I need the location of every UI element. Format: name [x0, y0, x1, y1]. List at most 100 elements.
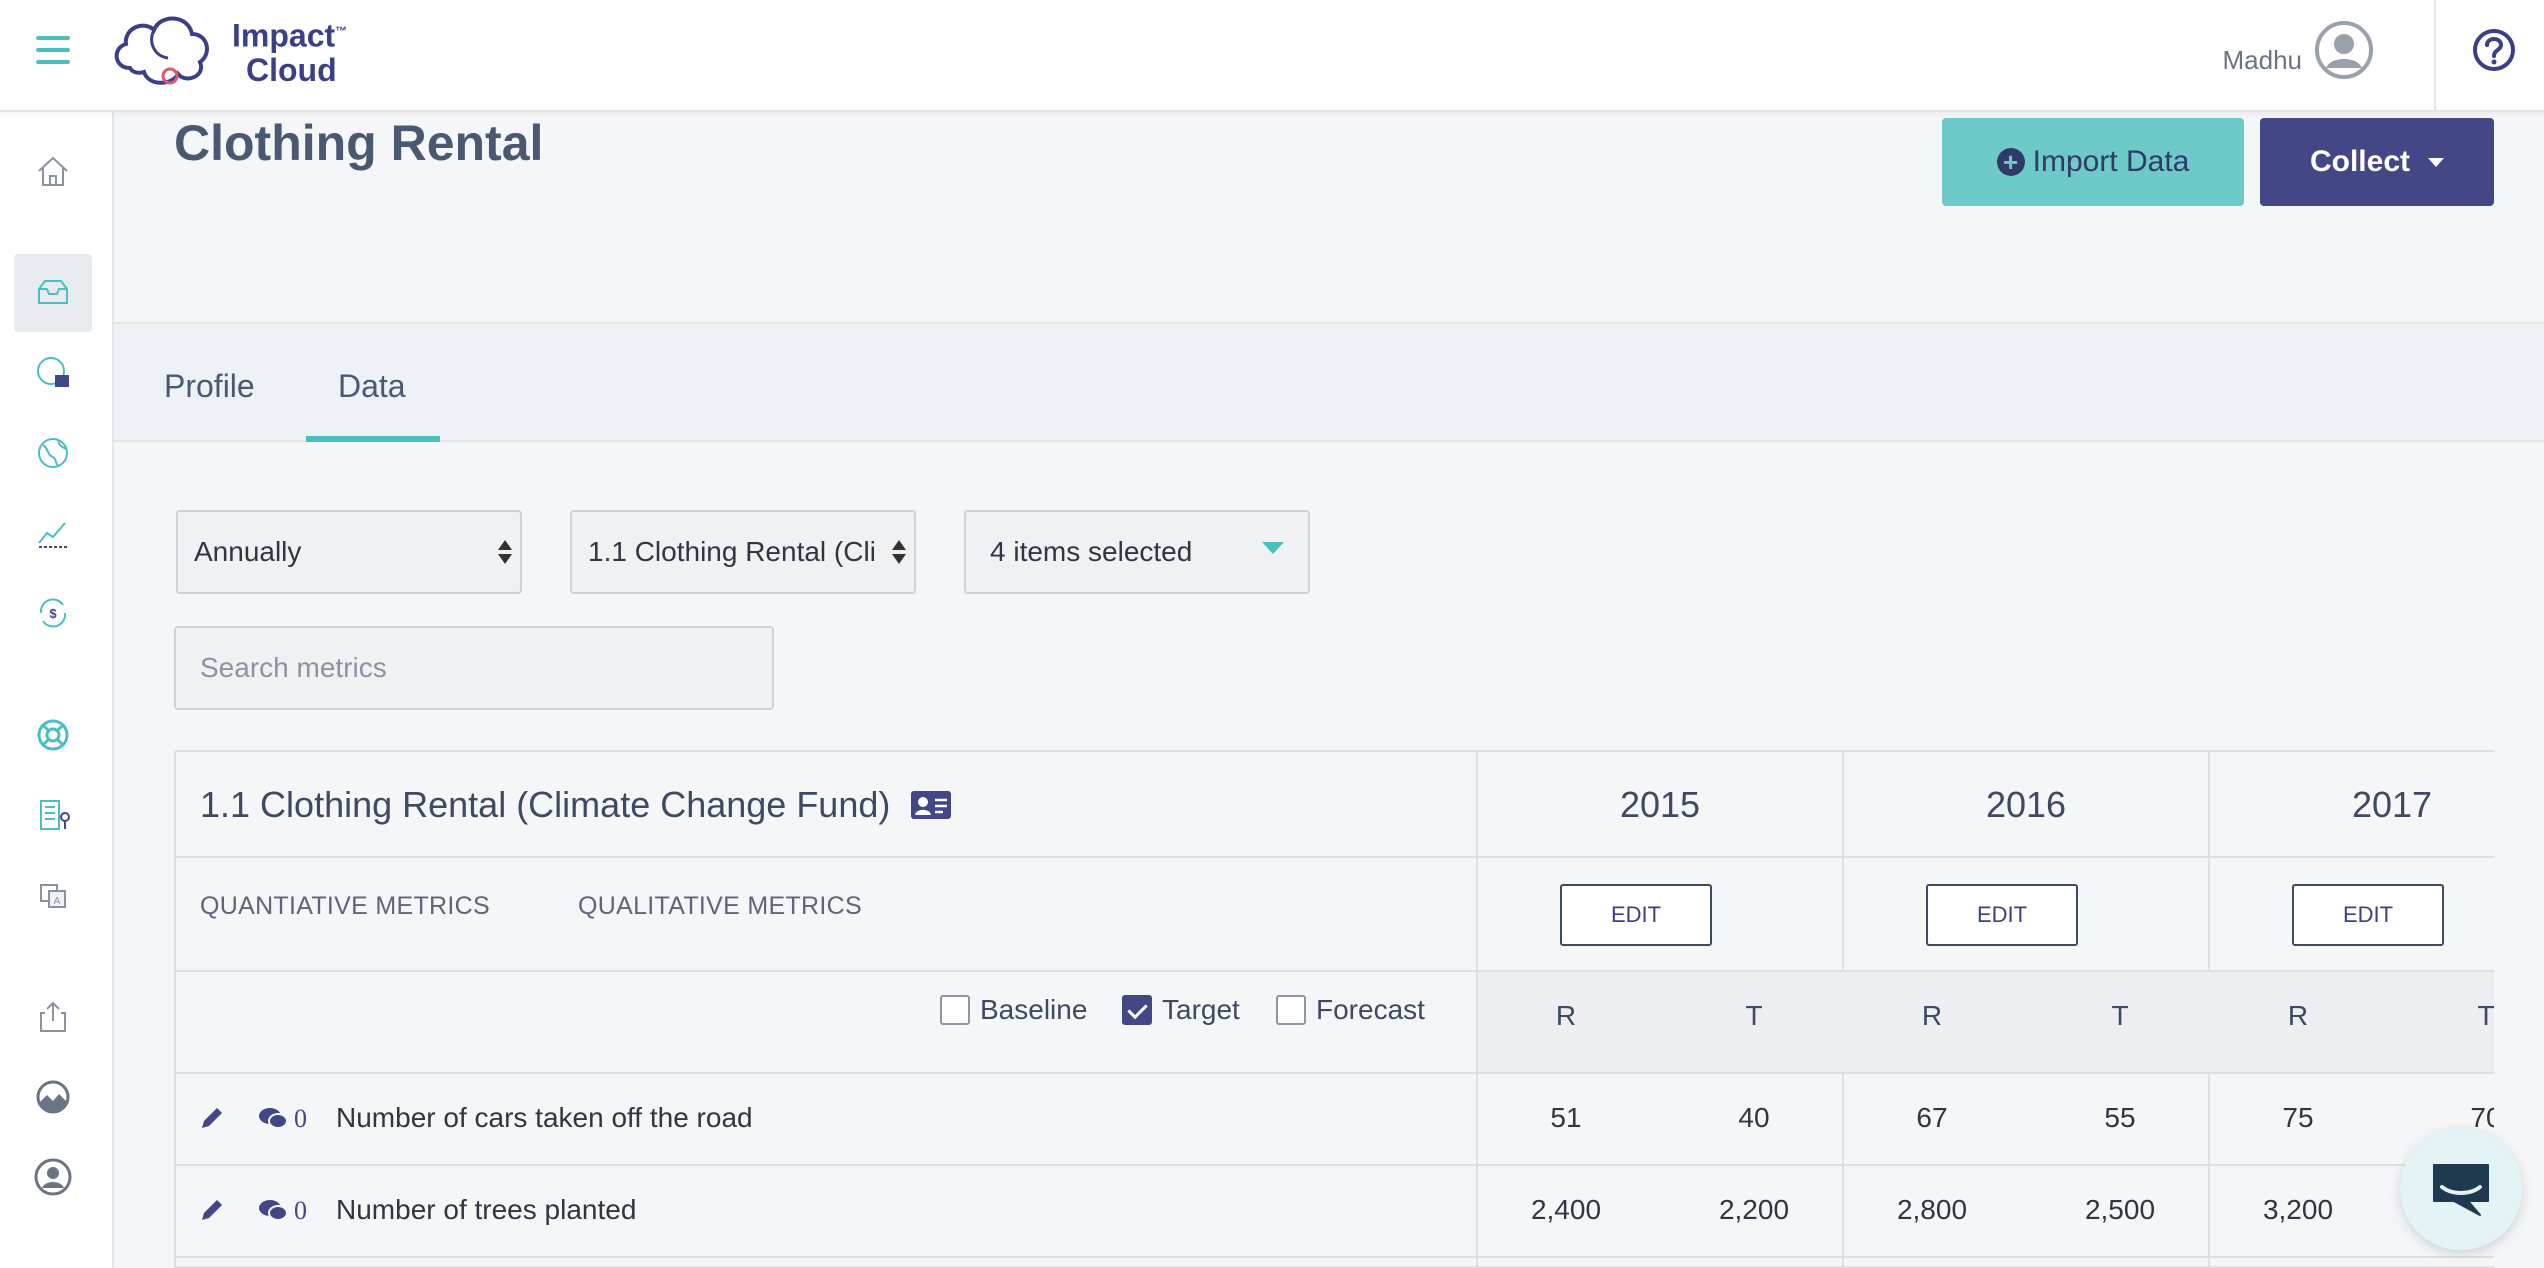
- page-title: Clothing Rental: [174, 115, 544, 171]
- cell-t-2016[interactable]: 2,500: [2060, 1194, 2180, 1226]
- caret-down-icon: [2428, 157, 2445, 167]
- tab-quantitative-metrics[interactable]: QUANTIATIVE METRICS: [200, 892, 490, 921]
- sidebar-item-organizations[interactable]: [14, 776, 92, 854]
- search-metrics-input[interactable]: [174, 626, 774, 710]
- cell-r-2017[interactable]: 3,200: [2238, 1194, 2358, 1226]
- collect-label: Collect: [2309, 145, 2411, 178]
- comments-icon: [259, 1200, 288, 1221]
- cell-r-2015[interactable]: 51: [1506, 1102, 1626, 1134]
- col-t-2017: T: [2477, 1000, 2494, 1031]
- sidebar-item-home[interactable]: [14, 132, 92, 210]
- col-t-2016: T: [2111, 1000, 2129, 1031]
- comments-count[interactable]: 0: [258, 1196, 307, 1226]
- sidebar: $ A: [0, 112, 114, 1268]
- col-r-2017: R: [2287, 1000, 2309, 1031]
- hamburger-icon[interactable]: [36, 36, 70, 66]
- sidebar-item-reports[interactable]: [14, 334, 92, 412]
- comments-count-value: 0: [294, 1104, 307, 1133]
- cell-t-2016[interactable]: 55: [2060, 1102, 2180, 1134]
- baseline-label: Baseline: [980, 994, 1088, 1025]
- metrics-multiselect[interactable]: 4 items selected: [964, 510, 1310, 594]
- frequency-select[interactable]: Annually: [176, 510, 522, 594]
- avatar-icon[interactable]: [2314, 20, 2374, 80]
- inbox-icon: [38, 280, 68, 304]
- id-card-icon[interactable]: [910, 789, 952, 821]
- dropdown-triangle-icon: [1262, 542, 1284, 554]
- sidebar-item-trends[interactable]: [14, 494, 92, 572]
- cell-r-2015[interactable]: 2,400: [1506, 1194, 1626, 1226]
- comments-icon: [259, 1108, 288, 1129]
- year-header-2015: 2015: [1619, 784, 1701, 825]
- edit-2016-button[interactable]: EDIT: [1926, 884, 2078, 946]
- col-r-2016: R: [1921, 1000, 1943, 1031]
- sidebar-item-support[interactable]: [14, 696, 92, 774]
- cell-r-2016[interactable]: 67: [1872, 1102, 1992, 1134]
- home-icon: [38, 156, 68, 186]
- select-arrows-icon: [498, 540, 512, 564]
- rt-header-bg: [1478, 972, 2494, 1072]
- frequency-value: Annually: [194, 536, 302, 567]
- cell-t-2015[interactable]: 2,200: [1694, 1194, 1814, 1226]
- header-divider: [2434, 0, 2436, 112]
- forecast-toggle[interactable]: Forecast: [1276, 994, 1425, 1026]
- sidebar-item-inbox[interactable]: [14, 254, 92, 332]
- metrics-table: 1.1 Clothing Rental (Climate Change Fund…: [174, 750, 2494, 1268]
- forecast-checkbox[interactable]: [1276, 995, 1306, 1025]
- pie-report-icon: [37, 357, 69, 387]
- collect-dropdown-button[interactable]: Collect: [2260, 118, 2494, 206]
- chat-widget-button[interactable]: [2400, 1128, 2522, 1250]
- metric-name: Number of cars taken off the road: [336, 1102, 753, 1133]
- top-bar: Impact™ Cloud Madhu: [0, 0, 2544, 112]
- translate-icon: A: [40, 884, 66, 908]
- tab-qualitative-metrics[interactable]: QUALITATIVE METRICS: [578, 892, 862, 921]
- user-menu[interactable]: Madhu: [2223, 20, 2375, 80]
- sidebar-item-upload[interactable]: [14, 978, 92, 1056]
- select-arrows-icon: [892, 540, 906, 564]
- edit-2015-button[interactable]: EDIT: [1560, 884, 1712, 946]
- row-divider: [176, 1072, 2494, 1074]
- col-t-2015: T: [1745, 1000, 1763, 1031]
- user-circle-icon: [34, 1158, 72, 1196]
- row-divider: [176, 856, 2494, 858]
- logo-line1: Impact: [232, 17, 336, 54]
- forecast-label: Forecast: [1316, 994, 1425, 1025]
- building-icon: [40, 800, 70, 830]
- import-data-button[interactable]: + Import Data: [1942, 118, 2244, 206]
- row-divider: [176, 1256, 2494, 1258]
- fund-title-text: 1.1 Clothing Rental (Climate Change Fund…: [200, 784, 891, 825]
- user-name[interactable]: Madhu: [2223, 45, 2303, 76]
- logo-line2: Cloud: [246, 51, 337, 88]
- baseline-checkbox[interactable]: [940, 995, 970, 1025]
- baseline-toggle[interactable]: Baseline: [940, 994, 1087, 1026]
- cell-t-2015[interactable]: 40: [1694, 1102, 1814, 1134]
- pencil-icon[interactable]: [198, 1104, 226, 1132]
- help-circle-icon[interactable]: [2472, 28, 2516, 72]
- col-r-2015: R: [1555, 1000, 1577, 1031]
- year-header-2017: 2017: [2351, 784, 2433, 825]
- tab-profile[interactable]: Profile: [164, 368, 255, 405]
- sidebar-item-profile[interactable]: [14, 1138, 92, 1216]
- target-label: Target: [1162, 994, 1240, 1025]
- pencil-icon[interactable]: [198, 1196, 226, 1224]
- logo-tm: ™: [335, 24, 348, 38]
- logo-text: Impact™ Cloud: [232, 14, 347, 87]
- metric-name: Number of trees planted: [336, 1194, 637, 1225]
- project-select[interactable]: 1.1 Clothing Rental (Climate Change Fund…: [570, 510, 916, 594]
- active-tab-indicator: [306, 436, 440, 442]
- sidebar-item-landscape[interactable]: [14, 1058, 92, 1136]
- sidebar-item-translate[interactable]: A: [14, 856, 92, 934]
- import-data-label: Import Data: [2032, 145, 2190, 178]
- year-header-2016: 2016: [1985, 784, 2067, 825]
- cell-r-2017[interactable]: 75: [2238, 1102, 2358, 1134]
- globe-icon: [38, 438, 68, 468]
- upload-icon: [40, 1001, 66, 1032]
- comments-count[interactable]: 0: [258, 1104, 307, 1134]
- lifebuoy-icon: [37, 719, 69, 751]
- sidebar-item-globe[interactable]: [14, 414, 92, 492]
- cell-r-2016[interactable]: 2,800: [1872, 1194, 1992, 1226]
- tab-data[interactable]: Data: [338, 368, 406, 405]
- target-checkbox[interactable]: [1122, 995, 1152, 1025]
- sidebar-item-finance[interactable]: $: [14, 574, 92, 652]
- target-toggle[interactable]: Target: [1122, 994, 1240, 1026]
- edit-2017-button[interactable]: EDIT: [2292, 884, 2444, 946]
